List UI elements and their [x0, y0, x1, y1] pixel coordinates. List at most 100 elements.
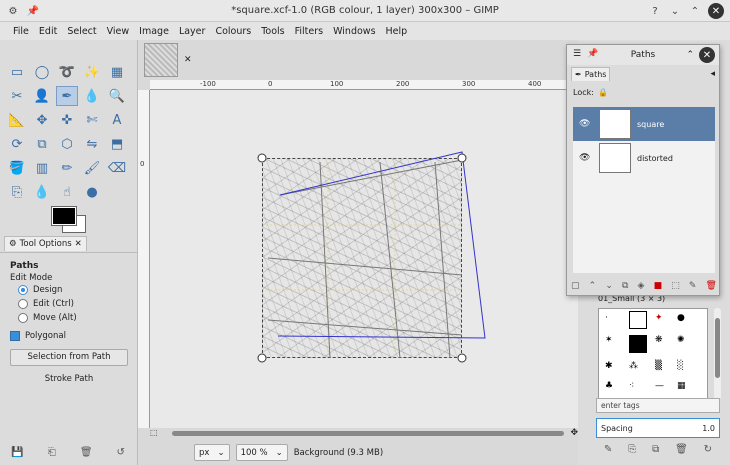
measure-icon[interactable]: 📐 — [6, 110, 28, 130]
perspective-icon[interactable]: ⬒ — [106, 134, 128, 154]
lower-path-icon[interactable]: ⌄ — [605, 281, 613, 291]
paths-tool-icon[interactable]: ✒ — [56, 86, 78, 106]
menu-view[interactable]: View — [102, 26, 135, 37]
menu-help[interactable]: Help — [381, 26, 413, 37]
brush-item[interactable]: ♣ — [605, 381, 613, 391]
zoom-select[interactable]: 100 % ⌄ — [235, 444, 288, 461]
raise-path-icon[interactable]: ⌃ — [589, 281, 597, 291]
align-icon[interactable]: ✜ — [56, 110, 78, 130]
foreground-color[interactable] — [51, 206, 77, 226]
pin-icon[interactable]: 📌 — [587, 49, 598, 59]
cage-icon[interactable]: ⬡ — [56, 134, 78, 154]
text-tool-icon[interactable]: A — [106, 110, 128, 130]
move-icon[interactable]: ✥ — [31, 110, 53, 130]
delete-options-icon[interactable]: 🗑 — [79, 447, 93, 461]
tab-tool-options[interactable]: ⚙ Tool Options ✕ — [4, 236, 87, 251]
quick-mask-icon[interactable]: ⬚ — [150, 428, 158, 437]
color-swatches[interactable] — [50, 205, 90, 235]
reset-options-icon[interactable]: ↺ — [114, 447, 128, 461]
tab-menu-icon[interactable]: ◂ — [710, 69, 715, 79]
brush-item[interactable] — [629, 335, 647, 353]
collapse-icon[interactable]: ⌃ — [686, 50, 694, 60]
menu-file[interactable]: File — [8, 26, 34, 37]
eye-icon[interactable]: 👁 — [579, 119, 593, 129]
pin-icon[interactable]: 📌 — [26, 4, 40, 18]
brush-item[interactable]: ░ — [677, 361, 684, 371]
path-row-distorted[interactable]: 👁 distorted — [573, 141, 715, 175]
close-window-button[interactable]: ✕ — [708, 3, 724, 19]
transform-icon[interactable]: ⟳ — [6, 134, 28, 154]
menu-filters[interactable]: Filters — [290, 26, 328, 37]
menu-tools[interactable]: Tools — [256, 26, 289, 37]
brush-item[interactable]: — — [655, 381, 664, 391]
brush-scrollbar[interactable] — [714, 308, 721, 400]
bucket-fill-icon[interactable]: 🪣 — [6, 158, 28, 178]
image-tab-thumbnail[interactable] — [144, 43, 178, 77]
duplicate-path-icon[interactable]: ⧉ — [622, 281, 628, 291]
fuzzy-select-icon[interactable]: ✨ — [81, 62, 103, 82]
color-picker-icon[interactable]: 💧 — [81, 86, 103, 106]
paint-along-path-icon[interactable]: ⬚ — [671, 281, 680, 291]
path-row-square[interactable]: 👁 square — [573, 107, 715, 141]
brush-item[interactable]: ❋ — [655, 335, 663, 345]
brush-grid[interactable]: · ✦ ● ✶ ❋ ✺ ✱ ⁂ ▒ ░ ♣ ⁖ — ▦ — [598, 308, 708, 400]
gradient-icon[interactable]: ▥ — [31, 158, 53, 178]
polygonal-checkbox[interactable]: Polygonal — [10, 329, 128, 343]
navigate-icon[interactable]: ✥ — [570, 428, 578, 438]
ellipse-select-icon[interactable]: ◯ — [31, 62, 53, 82]
brush-item[interactable]: ✦ — [655, 313, 663, 323]
color-select-icon[interactable]: ▦ — [106, 62, 128, 82]
scissors-icon[interactable]: ✂ — [6, 86, 28, 106]
menu-edit[interactable]: Edit — [34, 26, 62, 37]
eraser-icon[interactable]: ⌫ — [106, 158, 128, 178]
tab-paths[interactable]: ✒ Paths — [571, 67, 611, 81]
close-dialog-button[interactable]: ✕ — [699, 47, 715, 63]
close-image-icon[interactable]: ✕ — [184, 55, 192, 65]
mode-edit-radio[interactable]: Edit (Ctrl) — [18, 297, 128, 311]
free-select-icon[interactable]: ➰ — [56, 62, 78, 82]
horizontal-ruler[interactable]: -100 0 100 200 300 400 — [150, 80, 578, 90]
eye-icon[interactable]: 👁 — [579, 153, 593, 163]
selection-to-path-icon[interactable]: ■ — [654, 281, 663, 291]
lock-position-icon[interactable]: 🔒 — [598, 88, 608, 97]
menu-select[interactable]: Select — [62, 26, 101, 37]
spacing-field[interactable]: Spacing 1.0 — [596, 418, 720, 438]
flip-icon[interactable]: ⇋ — [81, 134, 103, 154]
mode-design-radio[interactable]: Design — [18, 283, 128, 297]
brush-item[interactable]: ⁖ — [629, 381, 634, 391]
path-overlay[interactable] — [150, 90, 578, 428]
path-to-selection-icon[interactable]: ◈ — [638, 281, 645, 291]
canvas-viewport[interactable] — [150, 90, 578, 428]
blur-icon[interactable]: 💧 — [31, 182, 53, 202]
brush-item[interactable]: ✺ — [677, 335, 685, 345]
rect-select-icon[interactable]: ▭ — [6, 62, 28, 82]
dialog-menu-icon[interactable]: ☰ — [573, 49, 581, 59]
help-icon[interactable]: ? — [648, 4, 662, 18]
brush-item[interactable]: ✶ — [605, 335, 613, 345]
foreground-select-icon[interactable]: 👤 — [31, 86, 53, 106]
minimize-icon[interactable]: ⌄ — [668, 4, 682, 18]
brush-item[interactable]: ▒ — [655, 361, 662, 371]
delete-brush-icon[interactable]: 🗑 — [675, 444, 688, 455]
brush-item[interactable]: · — [605, 313, 608, 323]
restore-options-icon[interactable]: ⎗ — [45, 447, 59, 461]
menu-layer[interactable]: Layer — [174, 26, 211, 37]
edit-brush-icon[interactable]: ✎ — [604, 444, 612, 455]
paintbrush-icon[interactable]: 🖌 — [81, 158, 103, 178]
close-tab-icon[interactable]: ✕ — [75, 239, 82, 249]
mode-move-radio[interactable]: Move (Alt) — [18, 311, 128, 325]
smudge-icon[interactable]: ☝ — [56, 182, 78, 202]
brush-item[interactable]: ⁂ — [629, 361, 638, 371]
dodge-burn-icon[interactable]: ● — [81, 182, 103, 202]
menu-image[interactable]: Image — [134, 26, 174, 37]
new-brush-icon[interactable]: ⎘ — [628, 444, 636, 455]
brush-item[interactable]: ● — [677, 313, 685, 323]
zoom-icon[interactable]: 🔍 — [106, 86, 128, 106]
stroke-path-icon[interactable]: ✎ — [689, 281, 697, 291]
brush-item[interactable]: ✱ — [605, 361, 613, 371]
brush-item-selected[interactable] — [629, 311, 647, 329]
refresh-brush-icon[interactable]: ↻ — [704, 444, 712, 455]
new-path-icon[interactable]: ▢ — [571, 281, 580, 291]
unit-select[interactable]: px ⌄ — [194, 444, 230, 461]
clone-icon[interactable]: ⎘ — [6, 182, 28, 202]
